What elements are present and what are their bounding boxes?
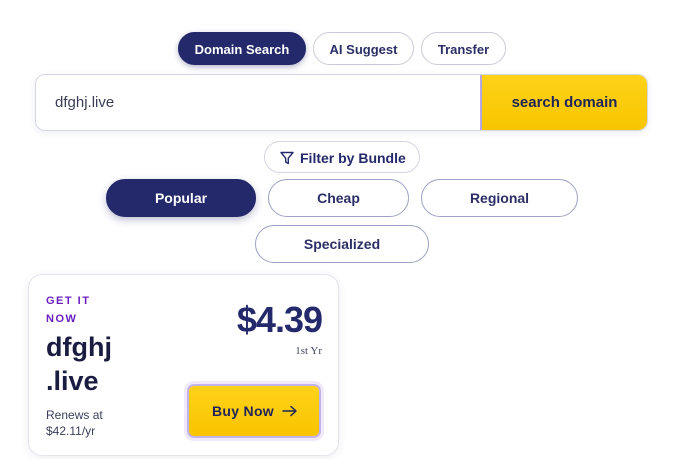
domain-tld: .live bbox=[46, 366, 99, 396]
tab-domain-search[interactable]: Domain Search bbox=[178, 32, 306, 65]
card-eyebrow: GET IT NOW bbox=[46, 295, 91, 325]
buy-now-label: Buy Now bbox=[212, 403, 274, 419]
search-mode-tabs: Domain Search AI Suggest Transfer bbox=[178, 32, 508, 68]
buy-now-button[interactable]: Buy Now bbox=[187, 384, 321, 438]
domain-search-bar: search domain bbox=[35, 74, 648, 131]
tab-transfer[interactable]: Transfer bbox=[421, 32, 506, 65]
domain-result-card: GET IT NOW dfghj .live Renews at $42.11/… bbox=[28, 274, 339, 456]
tab-ai-suggest[interactable]: AI Suggest bbox=[313, 32, 414, 65]
domain-sld: dfghj bbox=[46, 332, 112, 362]
first-year-price: $4.39 bbox=[236, 299, 323, 340]
domain-search-input[interactable] bbox=[36, 75, 482, 130]
filter-by-bundle-button[interactable]: Filter by Bundle bbox=[264, 141, 420, 173]
price-period: 1st Yr bbox=[295, 345, 322, 357]
search-domain-button[interactable]: search domain bbox=[480, 75, 647, 130]
bundle-specialized[interactable]: Specialized bbox=[255, 225, 429, 263]
bundle-regional[interactable]: Regional bbox=[421, 179, 578, 217]
bundle-popular[interactable]: Popular bbox=[106, 179, 256, 217]
bundle-cheap[interactable]: Cheap bbox=[268, 179, 409, 217]
renewal-price: Renews at $42.11/yr bbox=[46, 408, 103, 438]
filter-label: Filter by Bundle bbox=[300, 150, 406, 166]
arrow-right-icon bbox=[282, 405, 297, 417]
domain-name: dfghj .live bbox=[46, 330, 112, 398]
filter-icon bbox=[280, 151, 294, 165]
